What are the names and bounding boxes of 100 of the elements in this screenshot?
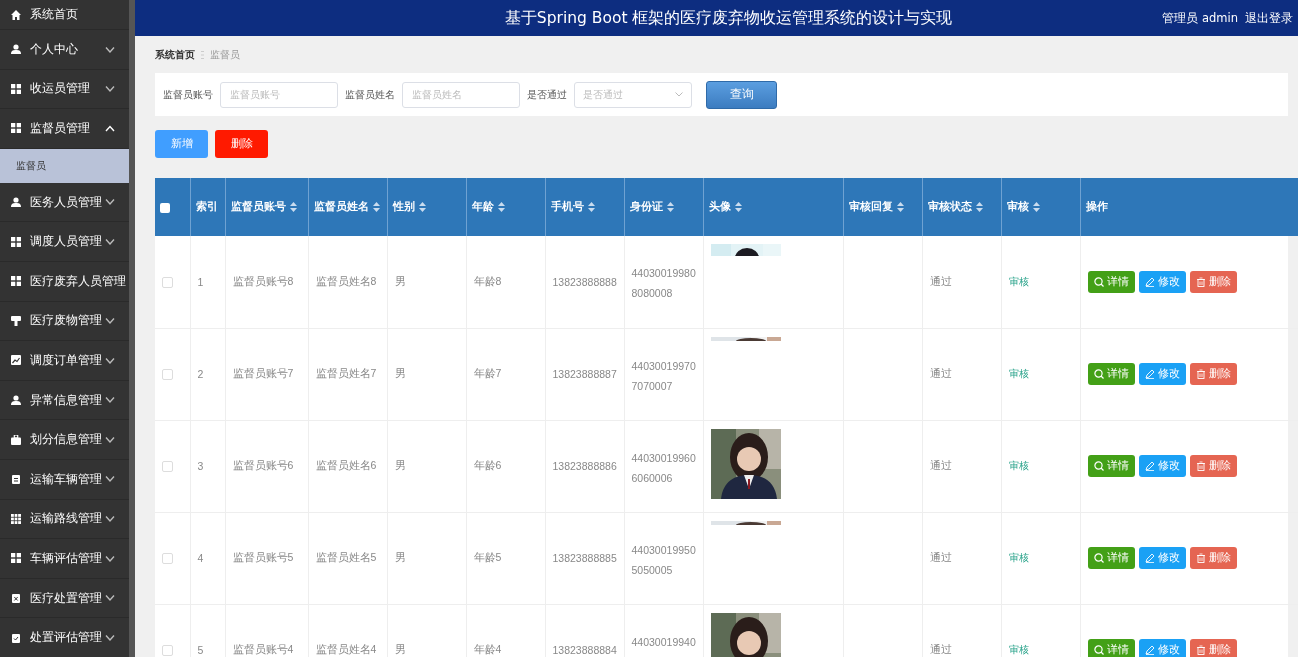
- table-cell: 监督员姓名6: [308, 420, 387, 512]
- table-cell: 男: [387, 236, 466, 328]
- table-cell: 男: [387, 604, 466, 657]
- review-link[interactable]: 审核: [1008, 275, 1029, 287]
- chart-icon: [11, 355, 21, 366]
- table-cell: 监督员账号8: [225, 236, 308, 328]
- table-cell: 13823888886: [545, 420, 624, 512]
- column-header[interactable]: 审核回复: [843, 178, 922, 236]
- table-cell: 监督员账号4: [225, 604, 308, 657]
- search-icon: [1093, 553, 1104, 563]
- detail-button[interactable]: 详情: [1087, 270, 1135, 293]
- table-cell: 监督员姓名4: [308, 604, 387, 657]
- detail-button[interactable]: 详情: [1087, 363, 1135, 385]
- table-cell: 男: [387, 512, 466, 604]
- search-icon: [1093, 645, 1104, 655]
- delete-button[interactable]: 删除: [1189, 547, 1237, 569]
- table-cell: 监督员姓名8: [308, 236, 387, 328]
- column-header[interactable]: 审核状态: [922, 178, 1001, 236]
- search-icon: [1093, 369, 1104, 379]
- table-cell: 2: [190, 328, 225, 420]
- field-label: 是否通过: [527, 87, 567, 102]
- table-cell: 年龄4: [466, 604, 545, 657]
- review-link[interactable]: 审核: [1008, 460, 1029, 471]
- table-cell: 5: [190, 604, 225, 657]
- field-label: 监督员姓名: [345, 87, 395, 102]
- user-icon: [11, 197, 21, 208]
- breadcrumb-item: 监督员: [210, 47, 240, 62]
- table-cell: 1: [190, 236, 225, 328]
- clipboard-icon: [11, 474, 21, 485]
- pencil-icon: [1144, 276, 1155, 287]
- edit-button[interactable]: 修改: [1138, 363, 1186, 385]
- table-cell: 13823888885: [545, 512, 624, 604]
- delete-button[interactable]: 删除: [1189, 270, 1237, 293]
- column-header[interactable]: 监督员姓名: [308, 178, 387, 236]
- table-cell: 通过: [922, 512, 1001, 604]
- review-link[interactable]: 审核: [1008, 552, 1029, 563]
- edit-button[interactable]: 修改: [1138, 270, 1186, 293]
- table-cell: 通过: [922, 236, 1001, 328]
- column-header[interactable]: 头像: [703, 178, 843, 236]
- search-icon: [1093, 461, 1104, 471]
- column-header[interactable]: 手机号: [545, 178, 624, 236]
- grid-icon: [11, 123, 21, 134]
- search-button[interactable]: 查询: [706, 80, 777, 109]
- user-label: 管理员 admin: [1162, 10, 1238, 26]
- column-header[interactable]: 审核: [1001, 178, 1080, 236]
- review-link[interactable]: 审核: [1008, 644, 1029, 655]
- grid-icon: [11, 236, 21, 247]
- review-link[interactable]: 审核: [1008, 368, 1029, 379]
- column-header[interactable]: 身份证: [624, 178, 703, 236]
- scrollbar[interactable]: [129, 0, 135, 657]
- delete-button[interactable]: 删除: [1189, 639, 1237, 657]
- table-cell: 13823888884: [545, 604, 624, 657]
- table-cell: 监督员姓名7: [308, 328, 387, 420]
- table-icon: [11, 513, 21, 524]
- table-cell: 男: [387, 420, 466, 512]
- delete-button[interactable]: 删除: [215, 130, 268, 158]
- trash-icon: [1195, 553, 1206, 563]
- sidebar-subitem[interactable]: 监督员: [0, 148, 129, 183]
- grid-icon: [11, 83, 21, 94]
- row-checkbox[interactable]: [162, 553, 173, 565]
- table-cell: 监督员账号5: [225, 512, 308, 604]
- row-checkbox[interactable]: [162, 645, 173, 657]
- row-checkbox[interactable]: [162, 277, 173, 289]
- trash-icon: [1195, 369, 1206, 379]
- table-cell: 44030019940: [624, 604, 703, 657]
- briefcase-icon: [11, 434, 21, 445]
- add-button[interactable]: 新增: [155, 130, 208, 158]
- edit-button[interactable]: 修改: [1138, 455, 1186, 477]
- table-cell: 440300199505050005: [624, 512, 703, 604]
- table-cell: 监督员姓名5: [308, 512, 387, 604]
- edit-button[interactable]: 修改: [1138, 639, 1186, 657]
- table-cell: 440300199808080008: [624, 236, 703, 328]
- column-header[interactable]: 年龄: [466, 178, 545, 236]
- row-checkbox[interactable]: [162, 369, 173, 381]
- table-cell: 年龄5: [466, 512, 545, 604]
- user-icon: [11, 44, 21, 55]
- detail-button[interactable]: 详情: [1087, 547, 1135, 569]
- detail-button[interactable]: 详情: [1087, 455, 1135, 477]
- logout-link[interactable]: 退出登录: [1245, 10, 1293, 26]
- select-all-checkbox[interactable]: [160, 203, 170, 214]
- table-cell: 年龄8: [466, 236, 545, 328]
- column-header[interactable]: 监督员账号: [225, 178, 308, 236]
- brush-icon: [11, 315, 21, 326]
- table-cell: 440300199606060006: [624, 420, 703, 512]
- column-header[interactable]: 性别: [387, 178, 466, 236]
- edit-button[interactable]: 修改: [1138, 547, 1186, 569]
- row-checkbox[interactable]: [162, 461, 173, 473]
- detail-button[interactable]: 详情: [1087, 639, 1135, 657]
- pencil-icon: [1144, 369, 1155, 379]
- grid-icon: [11, 276, 21, 287]
- delete-button[interactable]: 删除: [1189, 455, 1237, 477]
- user-icon: [11, 395, 21, 406]
- delete-button[interactable]: 删除: [1189, 363, 1237, 385]
- breadcrumb-item[interactable]: 系统首页: [155, 47, 195, 62]
- table-cell: 通过: [922, 328, 1001, 420]
- pencil-icon: [1144, 461, 1155, 471]
- column-header: 操作: [1080, 178, 1298, 236]
- table-cell: 440300199707070007: [624, 328, 703, 420]
- chevron-icon: [675, 92, 683, 97]
- table-cell: 4: [190, 512, 225, 604]
